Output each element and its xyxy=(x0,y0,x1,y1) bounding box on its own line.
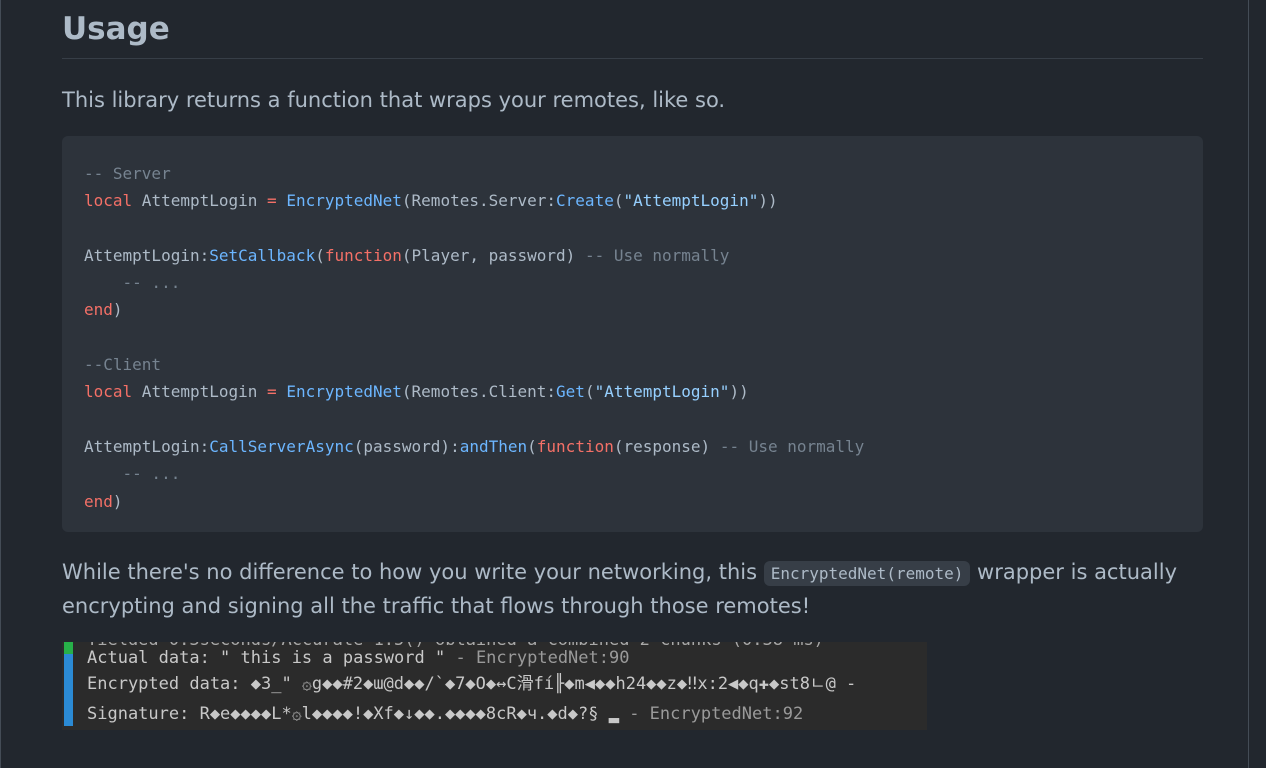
code-line: end) xyxy=(84,300,123,319)
code-line: AttemptLogin:CallServerAsync(password):a… xyxy=(84,437,864,456)
right-border xyxy=(1248,0,1249,768)
code-token-txt: ) xyxy=(112,300,123,320)
intro-paragraph: This library returns a function that wra… xyxy=(62,88,726,112)
code-token-str: "AttemptLogin" xyxy=(623,191,759,211)
console-line-encrypted: Encrypted data: ◆3_" ۞g◆◆#2◆ɯ@d◆◆/`◆7◆O◆… xyxy=(87,673,856,695)
console-line-actual: Actual data: " this is a password " - En… xyxy=(87,647,629,669)
code-line: -- Server xyxy=(84,164,171,183)
code-token-txt: AttemptLogin xyxy=(132,191,268,211)
code-token-kw: function xyxy=(536,436,614,456)
code-line: -- ... xyxy=(84,273,181,293)
console-line-source: - EncryptedNet:92 xyxy=(618,704,804,724)
code-line: local AttemptLogin = EncryptedNet(Remote… xyxy=(84,382,749,401)
code-token-kw: = xyxy=(267,191,277,211)
explanation-paragraph: While there's no difference to how you w… xyxy=(62,556,1203,623)
console-line-text: Signature: R◆e◆◆◆◆L*۞l◆◆◆◆!◆Xf◆↓◆◆.◆◆◆◆8… xyxy=(87,704,619,724)
code-token-com: -- Use normally xyxy=(719,436,865,456)
code-token-com: --Client xyxy=(84,355,162,375)
console-marker-green xyxy=(64,642,73,654)
code-token-kw: function xyxy=(324,245,402,265)
code-line: end) xyxy=(84,492,123,511)
code-token-txt: ( xyxy=(315,245,325,265)
code-line: --Client xyxy=(84,355,161,374)
left-border xyxy=(0,0,16,768)
code-token-fn: EncryptedNet xyxy=(286,382,402,402)
code-token-txt: (Remotes.Server: xyxy=(401,191,557,211)
code-block[interactable]: -- Server local AttemptLogin = Encrypted… xyxy=(62,136,1203,532)
code-token-kw: end xyxy=(84,300,113,320)
code-token-fn: andThen xyxy=(459,436,528,456)
code-token-fn: Get xyxy=(556,382,585,402)
code-token-fn: Create xyxy=(556,191,614,211)
console-output-image: Yielded 0.3seconds/Accurate 1.5() obtain… xyxy=(62,642,927,730)
code-token-txt: (Remotes.Client: xyxy=(401,382,557,402)
code-token-fn: EncryptedNet xyxy=(286,191,402,211)
code-token-txt: (password): xyxy=(353,436,460,456)
code-token-txt: ( xyxy=(584,382,595,402)
code-token-kw: = xyxy=(267,382,277,402)
code-token-str: "AttemptLogin" xyxy=(594,382,730,402)
code-token-com: -- ... xyxy=(84,464,181,484)
code-token-txt: ) xyxy=(112,491,123,511)
code-token-fn: CallServerAsync xyxy=(209,436,354,456)
code-token-txt: )) xyxy=(729,382,749,402)
code-token-fn: SetCallback xyxy=(209,245,316,265)
code-token-txt: (Player, password) xyxy=(401,245,585,265)
code-token-txt: (response) xyxy=(613,436,720,456)
code-token-txt: ( xyxy=(527,436,537,456)
console-line-text: Encrypted data: ◆3_" ۞g◆◆#2◆ɯ@d◆◆/`◆7◆O◆… xyxy=(87,674,857,694)
section-heading-usage: Usage xyxy=(62,11,170,47)
code-line: -- ... xyxy=(84,464,181,484)
code-line: AttemptLogin:SetCallback(function(Player… xyxy=(84,246,729,265)
code-token-txt: AttemptLogin xyxy=(132,382,268,402)
code-line: local AttemptLogin = EncryptedNet(Remote… xyxy=(84,191,778,210)
code-token-txt: AttemptLogin: xyxy=(84,245,210,265)
code-token-com: -- Use normally xyxy=(584,245,730,265)
console-marker-blue xyxy=(64,654,73,726)
console-line-source: - EncryptedNet:90 xyxy=(445,648,630,668)
console-line-signature: Signature: R◆e◆◆◆◆L*۞l◆◆◆◆!◆Xf◆↓◆◆.◆◆◆◆8… xyxy=(87,703,803,725)
heading-divider xyxy=(62,58,1203,59)
code-token-com: -- Server xyxy=(84,164,171,183)
code-token-kw: end xyxy=(84,491,113,511)
inline-code-encryptednet: EncryptedNet(remote) xyxy=(763,561,971,586)
explanation-text-before: While there's no difference to how you w… xyxy=(62,560,764,584)
code-content[interactable]: -- Server local AttemptLogin = Encrypted… xyxy=(84,160,864,515)
code-token-kw: local xyxy=(84,191,133,211)
code-token-txt: )) xyxy=(758,191,778,211)
code-token-com: -- ... xyxy=(84,273,181,293)
code-token-kw: local xyxy=(84,382,133,402)
console-line-text: Actual data: " this is a password " xyxy=(87,648,446,668)
code-token-txt: AttemptLogin: xyxy=(84,436,210,456)
